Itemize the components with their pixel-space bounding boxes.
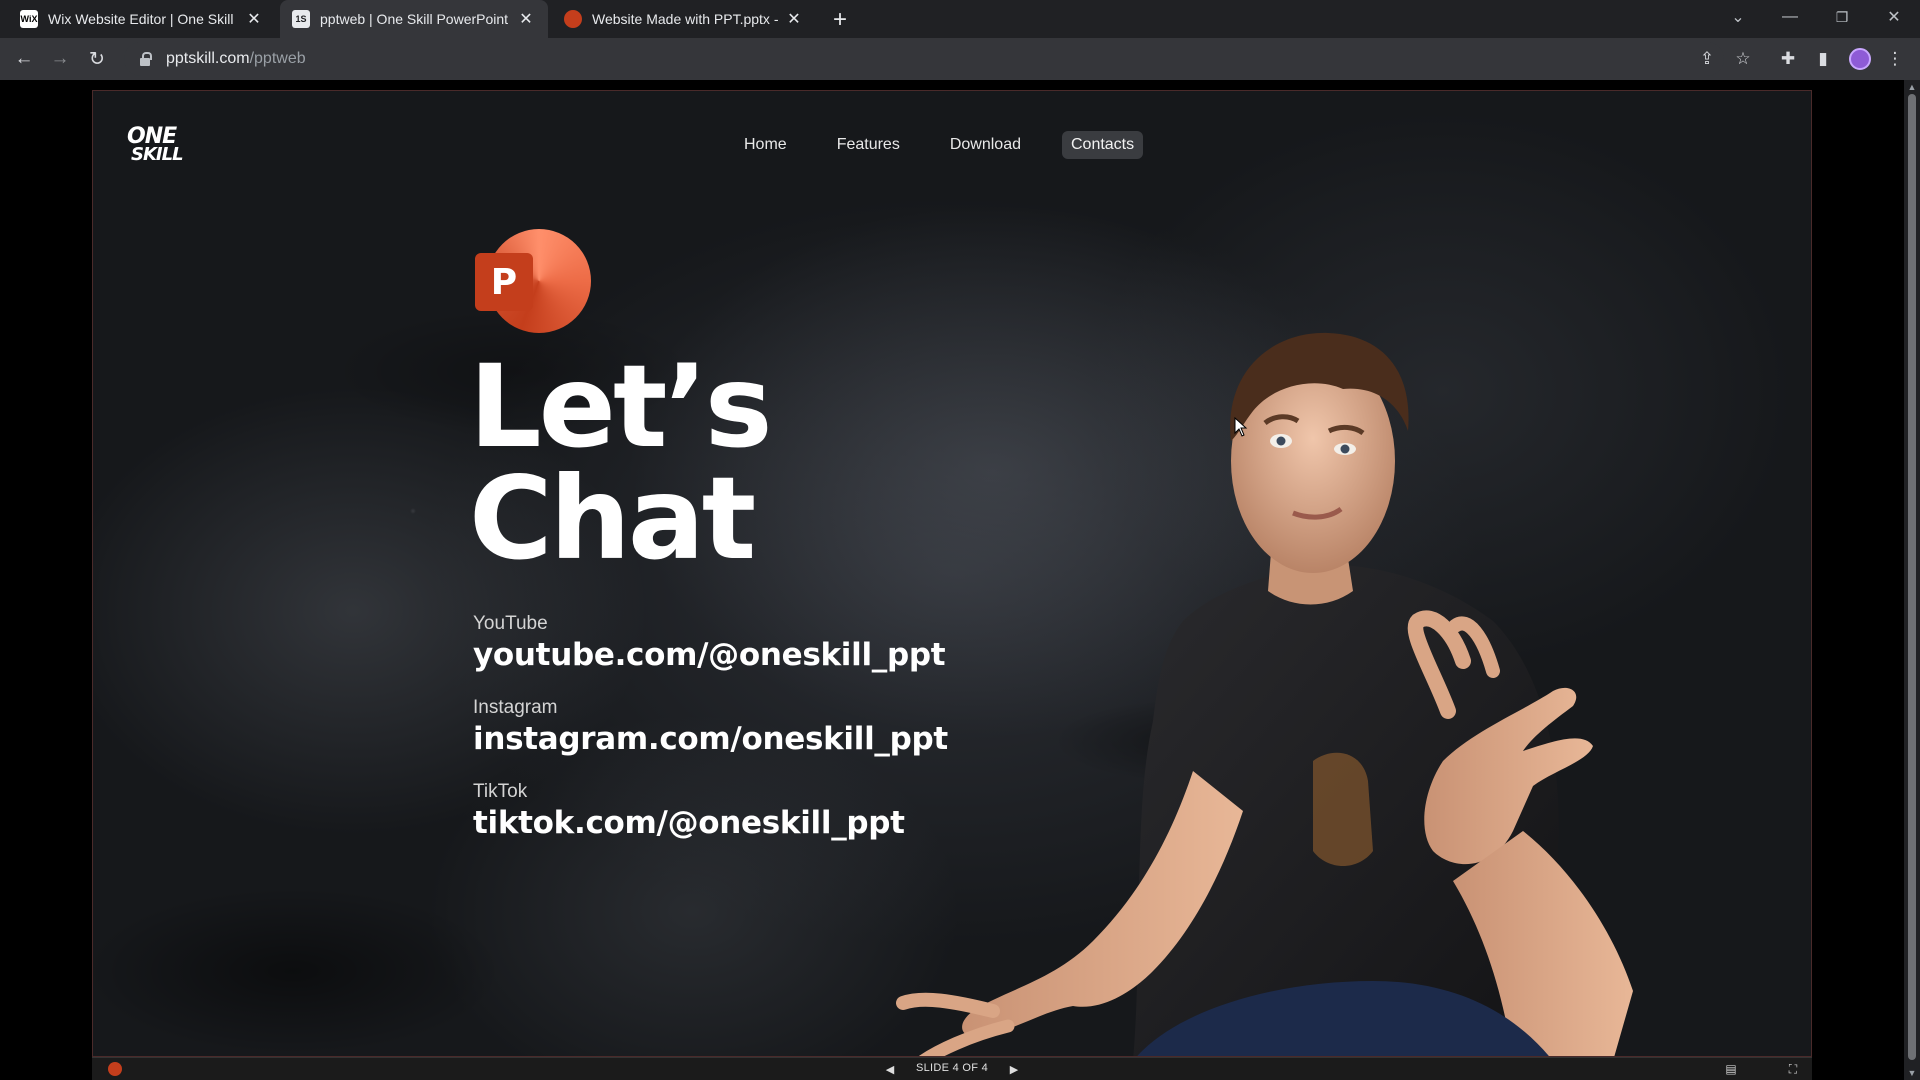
presenter-photo [896,332,1633,1056]
oneskill-logo[interactable]: ONE SKILL [127,126,197,164]
tab-strip: WiX Wix Website Editor | One Skill Po ✕ … [0,0,1920,38]
shirt-print-shape [1313,752,1373,866]
restore-button[interactable]: ❐ [1820,0,1864,34]
slideshow-bar: ◀ SLIDE 4 OF 4 ▶ ▤ ⛶ [92,1057,1812,1080]
close-window-button[interactable]: ✕ [1872,0,1916,34]
tab-title: Website Made with PPT.pptx - M [592,11,778,27]
menu-icon[interactable]: ⋮ [1882,46,1908,72]
powerpoint-favicon-icon [564,10,582,28]
star-icon[interactable]: ☆ [1730,46,1756,72]
reload-icon[interactable]: ↻ [84,46,110,72]
finger-shape [896,992,1000,1018]
prev-slide-icon[interactable]: ◀ [882,1061,898,1077]
new-tab-button[interactable]: + [826,6,854,34]
powerpoint-logo-icon: P [475,229,591,337]
headline-line-1: Let’s [469,340,773,473]
address-bar[interactable]: pptskill.com/pptweb [124,42,1724,76]
browser-toolbar: ← → ↻ pptskill.com/pptweb ⇪ ☆ ✚ ▮ ⋮ [0,38,1920,80]
oneskill-favicon-icon: 1S [292,10,310,28]
profile-avatar[interactable] [1849,48,1871,70]
site-nav: Home Features Download Contacts [735,131,1175,159]
headline-line-2: Chat [469,452,756,585]
close-icon[interactable]: ✕ [784,9,804,29]
tab-pptweb[interactable]: 1S pptweb | One Skill PowerPoint ✕ [280,0,548,38]
slide-canvas: ONE SKILL Home Features Download Contact… [92,90,1812,1057]
back-icon[interactable]: ← [11,46,37,72]
page-title: Let’s Chat [469,340,773,585]
tab-pptx[interactable]: Website Made with PPT.pptx - M ✕ [552,0,816,38]
scroll-thumb[interactable] [1908,94,1916,1060]
mouse-cursor-icon [1234,417,1248,437]
right-pupil-shape [1340,444,1350,454]
nav-features[interactable]: Features [828,131,909,159]
tab-title: Wix Website Editor | One Skill Po [48,11,238,27]
powerpoint-logo-letter: P [475,253,533,311]
fullscreen-icon[interactable]: ⛶ [1784,1061,1802,1077]
close-icon[interactable]: ✕ [244,9,264,29]
scrollbar[interactable]: ▲ ▼ [1904,80,1920,1080]
minimize-button[interactable]: — [1768,0,1812,34]
scroll-down-icon[interactable]: ▼ [1904,1066,1920,1080]
nav-contacts[interactable]: Contacts [1061,131,1144,159]
nav-download[interactable]: Download [941,131,1030,159]
nav-home[interactable]: Home [735,131,796,159]
scroll-up-icon[interactable]: ▲ [1904,80,1920,94]
extensions-icon[interactable]: ✚ [1775,46,1801,72]
tab-title: pptweb | One Skill PowerPoint [320,11,509,27]
powerpoint-icon[interactable] [108,1062,122,1076]
slide-counter: SLIDE 4 OF 4 [915,1062,989,1074]
forward-icon[interactable]: → [47,46,73,72]
left-pupil-shape [1276,436,1286,446]
tab-wix-editor[interactable]: WiX Wix Website Editor | One Skill Po ✕ [8,0,276,38]
wix-favicon-icon: WiX [20,10,38,28]
tab-search-icon[interactable]: ⌄ [1716,0,1760,34]
close-icon[interactable]: ✕ [516,9,536,29]
url-text[interactable]: pptskill.com/pptweb [166,50,306,68]
view-options-icon[interactable]: ▤ [1722,1061,1740,1077]
lock-icon[interactable] [138,51,154,67]
sidepanel-icon[interactable]: ▮ [1810,46,1836,72]
next-slide-icon[interactable]: ▶ [1006,1061,1022,1077]
share-icon[interactable]: ⇪ [1694,46,1720,72]
